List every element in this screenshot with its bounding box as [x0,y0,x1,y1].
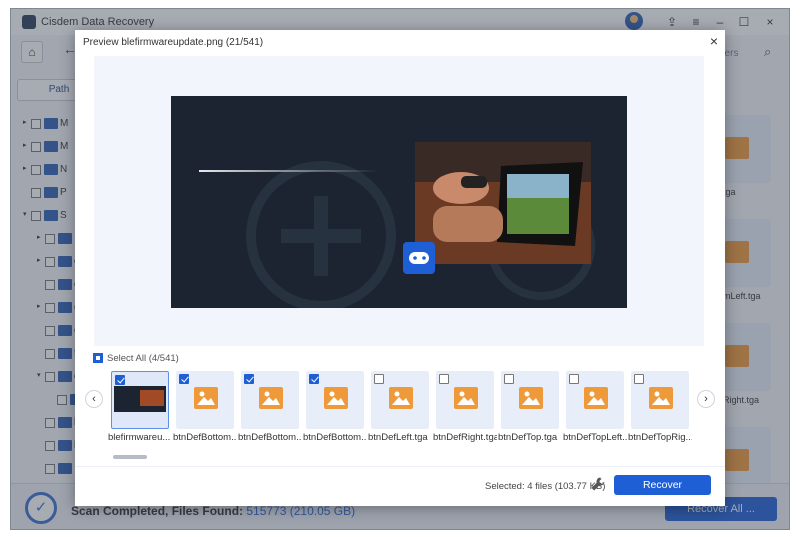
divider [75,466,725,467]
thumbnail[interactable] [241,371,299,429]
preview-area [94,56,704,346]
horizontal-scrollbar[interactable] [113,455,147,459]
thumbnail-name: btnDefRight.tga [433,432,497,443]
thumbnail[interactable] [111,371,169,429]
thumbnail-name: blefirmwareu... [108,432,171,443]
prev-button[interactable]: ‹ [85,390,103,408]
thumbnail-name: btnDefTopRig... [628,432,692,443]
image-file-icon [584,387,608,409]
image-file-icon [519,387,543,409]
image-file-icon [259,387,283,409]
thumbnail[interactable] [371,371,429,429]
thumbnail[interactable] [631,371,689,429]
select-all-check-icon[interactable] [93,353,103,363]
thumbnail-checkbox[interactable] [569,374,579,384]
thumbnail-name: btnDefLeft.tga [368,432,428,443]
thumbnail[interactable] [436,371,494,429]
thumbnail-preview [114,386,166,412]
wrench-icon[interactable] [590,476,606,492]
preview-image [171,96,627,308]
thumbnail-checkbox[interactable] [244,374,254,384]
thumbnail-photo [140,390,164,406]
thumbnail-checkbox[interactable] [439,374,449,384]
select-all-label: Select All (4/541) [107,353,179,364]
next-button[interactable]: › [697,390,715,408]
thumbnail-name: btnDefBottom... [238,432,302,443]
preview-dialog: Preview blefirmwareupdate.png (21/541) × [75,30,725,506]
thumbnail[interactable] [501,371,559,429]
thumbnail-name: btnDefBottom... [303,432,367,443]
thumbnail[interactable] [566,371,624,429]
image-file-icon [649,387,673,409]
thumbnail-checkbox[interactable] [309,374,319,384]
selected-info: Selected: 4 files (103.77 KB) [485,481,606,492]
thumbnail-checkbox[interactable] [504,374,514,384]
image-file-icon [389,387,413,409]
recover-button[interactable]: Recover [614,475,711,495]
thumbnail[interactable] [176,371,234,429]
thumbnail-checkbox[interactable] [374,374,384,384]
thumbnail-checkbox[interactable] [634,374,644,384]
thumbnail-name: btnDefTop.tga [498,432,558,443]
image-file-icon [454,387,478,409]
thumbnail-name: btnDefTopLeft... [563,432,627,443]
dialog-title: Preview blefirmwareupdate.png (21/541) [83,37,264,48]
thumbnail-checkbox[interactable] [115,375,125,385]
dialog-close-icon[interactable]: × [707,34,721,48]
thumbnail-checkbox[interactable] [179,374,189,384]
image-file-icon [194,387,218,409]
thumbnail-name: btnDefBottom... [173,432,237,443]
image-file-icon [324,387,348,409]
thumbnail[interactable] [306,371,364,429]
preview-image-art [171,96,627,308]
